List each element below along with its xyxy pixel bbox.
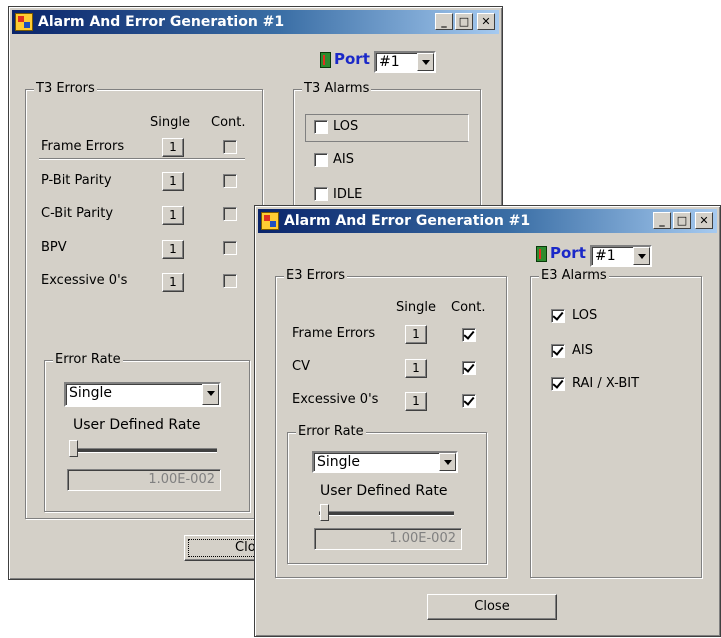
port-icon: [536, 246, 547, 262]
row-label: CV: [292, 359, 310, 374]
col-cont-header: Cont.: [451, 300, 486, 315]
error-rate-label: Error Rate: [53, 352, 123, 367]
t3-ais-checkbox[interactable]: [314, 153, 328, 167]
alarm-label: LOS: [333, 119, 359, 134]
col-cont-header: Cont.: [211, 115, 246, 130]
single-error-button[interactable]: 1: [162, 273, 184, 292]
user-defined-rate-label: User Defined Rate: [73, 417, 201, 433]
e3-los-checkbox[interactable]: [551, 309, 565, 323]
back-title-bar[interactable]: Alarm And Error Generation #1 _ □ ✕: [12, 10, 499, 34]
cont-checkbox[interactable]: [462, 361, 476, 375]
alarm-label: AIS: [333, 152, 354, 167]
t3-idle-checkbox[interactable]: [314, 187, 328, 201]
minimize-button[interactable]: _: [653, 212, 671, 229]
cont-checkbox[interactable]: [223, 241, 237, 255]
cont-checkbox[interactable]: [223, 140, 237, 154]
error-rate-select[interactable]: Single: [312, 451, 458, 473]
cont-checkbox[interactable]: [462, 328, 476, 342]
error-rate-label: Error Rate: [296, 424, 366, 439]
row-label: Frame Errors: [41, 139, 125, 154]
chevron-down-icon[interactable]: [417, 53, 434, 71]
row-label: C-Bit Parity: [41, 206, 114, 221]
t3-errors-label: T3 Errors: [34, 81, 97, 96]
t3-alarms-label: T3 Alarms: [302, 81, 372, 96]
cont-checkbox[interactable]: [223, 274, 237, 288]
rate-value-field: 1.00E-002: [67, 469, 221, 491]
row-label: P-Bit Parity: [41, 173, 112, 188]
app-icon: [261, 212, 279, 230]
port-label: Port: [334, 50, 370, 68]
e3-rai-checkbox[interactable]: [551, 377, 565, 391]
back-window-title: Alarm And Error Generation #1: [38, 14, 285, 30]
chevron-down-icon[interactable]: [202, 384, 219, 405]
chevron-down-icon[interactable]: [633, 247, 650, 265]
e3-ais-checkbox[interactable]: [551, 344, 565, 358]
rate-value-field: 1.00E-002: [314, 528, 462, 550]
error-rate-value: Single: [317, 454, 361, 470]
col-single-header: Single: [150, 115, 190, 130]
single-error-button[interactable]: 1: [162, 138, 184, 157]
alarm-label: RAI / X-BIT: [572, 376, 640, 391]
front-window-title: Alarm And Error Generation #1: [284, 213, 531, 229]
cont-checkbox[interactable]: [223, 174, 237, 188]
single-error-button[interactable]: 1: [405, 359, 427, 378]
rate-slider-track: [69, 448, 217, 453]
single-error-button[interactable]: 1: [162, 206, 184, 225]
back-close-label: Clo: [235, 540, 256, 555]
port-select-value: #1: [379, 54, 400, 70]
row-label: Frame Errors: [292, 326, 376, 341]
close-window-button[interactable]: ✕: [695, 212, 713, 229]
focus-line: [39, 158, 245, 160]
rate-slider-track: [319, 511, 454, 516]
single-error-button[interactable]: 1: [405, 325, 427, 344]
row-label: BPV: [41, 240, 67, 255]
close-window-button[interactable]: ✕: [477, 13, 495, 30]
close-button[interactable]: Close: [427, 594, 557, 620]
los-focus-rect: [305, 114, 469, 142]
port-label: Port: [550, 244, 586, 262]
front-window: Alarm And Error Generation #1 _ □ ✕ Port…: [254, 205, 721, 637]
alarm-label: LOS: [572, 308, 598, 323]
cont-checkbox[interactable]: [223, 207, 237, 221]
port-icon: [320, 52, 331, 68]
port-select-value: #1: [595, 248, 616, 264]
rate-slider-thumb[interactable]: [69, 440, 78, 457]
error-rate-select[interactable]: Single: [64, 382, 221, 407]
maximize-button[interactable]: □: [673, 212, 691, 229]
e3-alarms-label: E3 Alarms: [539, 268, 609, 283]
col-single-header: Single: [396, 300, 436, 315]
single-error-button[interactable]: 1: [162, 240, 184, 259]
port-select[interactable]: #1: [374, 51, 436, 73]
alarm-label: AIS: [572, 343, 593, 358]
cont-checkbox[interactable]: [462, 394, 476, 408]
single-error-button[interactable]: 1: [162, 172, 184, 191]
chevron-down-icon[interactable]: [439, 453, 456, 471]
rate-slider-thumb[interactable]: [320, 504, 329, 521]
user-defined-rate-label: User Defined Rate: [320, 483, 448, 499]
app-icon: [15, 13, 33, 31]
minimize-button[interactable]: _: [435, 13, 453, 30]
alarm-label: IDLE: [333, 187, 363, 202]
row-label: Excessive 0's: [41, 273, 128, 288]
e3-errors-label: E3 Errors: [284, 268, 348, 283]
row-label: Excessive 0's: [292, 392, 379, 407]
single-error-button[interactable]: 1: [405, 392, 427, 411]
front-title-bar[interactable]: Alarm And Error Generation #1 _ □ ✕: [258, 209, 717, 233]
port-select[interactable]: #1: [590, 245, 652, 267]
error-rate-value: Single: [69, 385, 113, 401]
maximize-button[interactable]: □: [455, 13, 473, 30]
t3-los-checkbox[interactable]: [314, 120, 328, 134]
